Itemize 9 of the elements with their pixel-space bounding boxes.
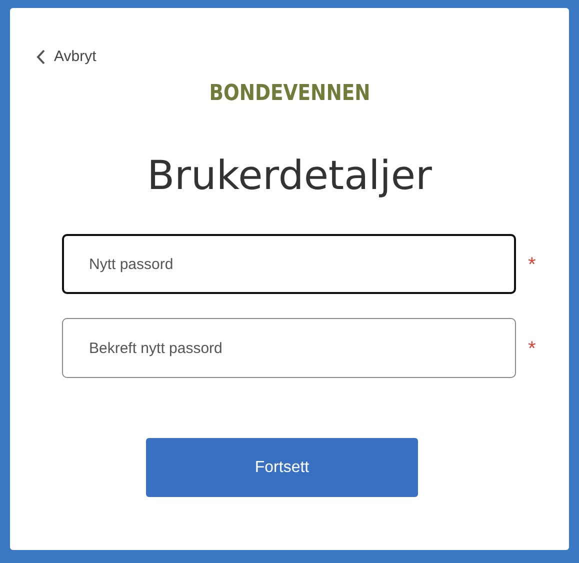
back-link[interactable]: Avbryt (36, 46, 96, 68)
password-field[interactable]: Nytt passord (62, 234, 516, 294)
required-mark: * (528, 337, 536, 362)
chevron-left-icon (36, 49, 46, 65)
required-mark: * (528, 253, 536, 278)
page-title: Brukerdetaljer (147, 152, 432, 200)
continue-button[interactable]: Fortsett (146, 438, 418, 497)
logo: BONDEVENNEN (208, 80, 370, 108)
password-field[interactable]: Bekreft nytt passord (62, 318, 516, 378)
